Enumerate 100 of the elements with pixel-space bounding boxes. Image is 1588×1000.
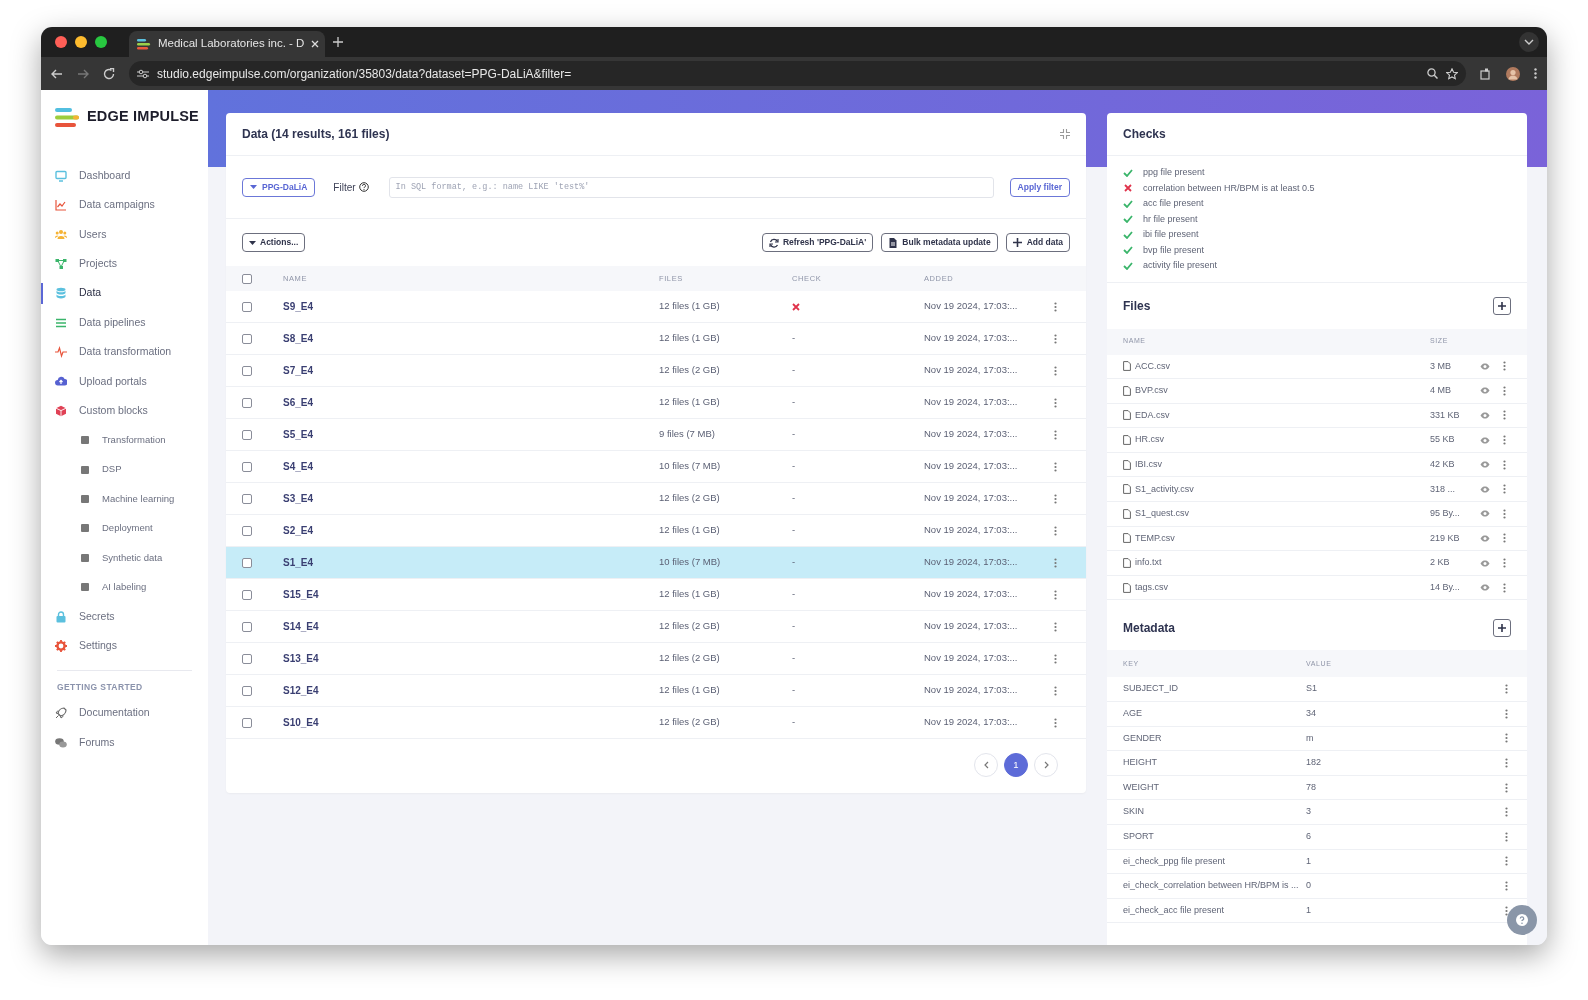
- file-name[interactable]: S1_activity.csv: [1135, 482, 1194, 496]
- help-button[interactable]: [1507, 905, 1537, 935]
- table-row[interactable]: S5_E4 9 files (7 MB) - Nov 19 2024, 17:03:...: [226, 419, 1086, 451]
- menu-icon[interactable]: [1534, 68, 1537, 79]
- sidebar-item[interactable]: Dashboard: [41, 161, 208, 191]
- avatar-icon[interactable]: [1506, 66, 1520, 81]
- file-name[interactable]: BVP.csv: [1135, 384, 1168, 398]
- site-settings-icon[interactable]: [137, 68, 149, 79]
- reload-icon[interactable]: [103, 67, 115, 80]
- sidebar-item[interactable]: Forums: [41, 728, 208, 758]
- file-name[interactable]: tags.csv: [1135, 580, 1168, 595]
- row-checkbox[interactable]: [242, 461, 252, 472]
- more-icon[interactable]: [1503, 459, 1506, 470]
- more-icon[interactable]: [1054, 557, 1057, 568]
- more-icon[interactable]: [1054, 653, 1057, 664]
- table-row[interactable]: S6_E4 12 files (1 GB) - Nov 19 2024, 17:03:...: [226, 387, 1086, 419]
- eye-icon[interactable]: [1480, 461, 1490, 469]
- sidebar-item[interactable]: Machine learning: [41, 484, 208, 514]
- row-checkbox[interactable]: [242, 397, 252, 408]
- eye-icon[interactable]: [1480, 510, 1490, 518]
- row-checkbox[interactable]: [242, 685, 252, 696]
- row-checkbox[interactable]: [242, 557, 252, 568]
- toolbar-button[interactable]: Add data: [1005, 233, 1070, 252]
- eye-icon[interactable]: [1480, 559, 1490, 567]
- more-icon[interactable]: [1054, 333, 1057, 344]
- sidebar-item[interactable]: Secrets: [41, 601, 208, 632]
- sidebar-item[interactable]: AI labeling: [41, 572, 208, 602]
- sidebar-item[interactable]: Data: [41, 278, 208, 308]
- sidebar-item[interactable]: Data transformation: [41, 337, 208, 367]
- more-icon[interactable]: [1505, 831, 1508, 842]
- more-icon[interactable]: [1054, 589, 1057, 600]
- window-control[interactable]: [55, 36, 67, 48]
- eye-icon[interactable]: [1480, 485, 1490, 493]
- more-icon[interactable]: [1054, 429, 1057, 440]
- sidebar-item[interactable]: Settings: [41, 631, 208, 661]
- row-checkbox[interactable]: [242, 589, 252, 600]
- file-name[interactable]: ACC.csv: [1135, 359, 1170, 374]
- more-icon[interactable]: [1503, 582, 1506, 593]
- more-icon[interactable]: [1503, 533, 1506, 544]
- table-row[interactable]: S9_E4 12 files (1 GB) Nov 19 2024, 17:03:...: [226, 291, 1086, 323]
- back-icon[interactable]: [51, 68, 63, 79]
- toolbar-button[interactable]: Refresh 'PPG-DaLiA': [761, 233, 874, 252]
- browser-tab[interactable]: Medical Laboratories inc. - D: [129, 31, 325, 57]
- more-icon[interactable]: [1503, 435, 1506, 446]
- sidebar-item[interactable]: Projects: [41, 249, 208, 279]
- add-metadata-button[interactable]: [1493, 619, 1511, 638]
- more-icon[interactable]: [1054, 493, 1057, 504]
- eye-icon[interactable]: [1480, 362, 1490, 370]
- toolbar-button[interactable]: Bulk metadata update: [881, 233, 998, 252]
- table-row[interactable]: S7_E4 12 files (2 GB) - Nov 19 2024, 17:03:...: [226, 355, 1086, 387]
- more-icon[interactable]: [1054, 685, 1057, 696]
- more-icon[interactable]: [1503, 558, 1506, 569]
- row-checkbox[interactable]: [242, 429, 252, 440]
- file-name[interactable]: IBI.csv: [1135, 457, 1162, 472]
- row-checkbox[interactable]: [242, 717, 252, 728]
- zoom-icon[interactable]: [1427, 68, 1438, 79]
- sidebar-item[interactable]: Users: [41, 219, 208, 250]
- eye-icon[interactable]: [1480, 436, 1490, 444]
- more-icon[interactable]: [1054, 365, 1057, 376]
- file-name[interactable]: S1_quest.csv: [1135, 507, 1190, 521]
- row-checkbox[interactable]: [242, 333, 252, 344]
- more-icon[interactable]: [1054, 461, 1057, 472]
- sidebar-item[interactable]: Data campaigns: [41, 190, 208, 220]
- file-name[interactable]: HR.csv: [1135, 433, 1164, 447]
- table-row[interactable]: S10_E4 12 files (2 GB) - Nov 19 2024, 17:03:...: [226, 707, 1086, 739]
- table-row[interactable]: S3_E4 12 files (2 GB) - Nov 19 2024, 17:03:...: [226, 483, 1086, 515]
- collapse-icon[interactable]: [1060, 129, 1070, 139]
- row-checkbox[interactable]: [242, 301, 252, 312]
- more-icon[interactable]: [1505, 684, 1508, 695]
- table-row[interactable]: S8_E4 12 files (1 GB) - Nov 19 2024, 17:03:...: [226, 323, 1086, 355]
- more-icon[interactable]: [1505, 708, 1508, 719]
- more-icon[interactable]: [1054, 397, 1057, 408]
- table-row[interactable]: S4_E4 10 files (7 MB) - Nov 19 2024, 17:03:...: [226, 451, 1086, 483]
- sidebar-item[interactable]: Upload portals: [41, 366, 208, 397]
- more-icon[interactable]: [1503, 410, 1506, 421]
- more-icon[interactable]: [1505, 782, 1508, 793]
- more-icon[interactable]: [1054, 301, 1057, 312]
- table-row[interactable]: S14_E4 12 files (2 GB) - Nov 19 2024, 17:03:...: [226, 611, 1086, 643]
- row-checkbox[interactable]: [242, 653, 252, 664]
- file-name[interactable]: EDA.csv: [1135, 408, 1170, 423]
- more-icon[interactable]: [1054, 525, 1057, 536]
- more-icon[interactable]: [1054, 717, 1057, 728]
- table-row[interactable]: S1_E4 10 files (7 MB) - Nov 19 2024, 17:03:...: [226, 547, 1086, 579]
- sidebar-item[interactable]: Documentation: [41, 698, 208, 729]
- sidebar-item[interactable]: Data pipelines: [41, 307, 208, 338]
- add-file-button[interactable]: [1493, 296, 1511, 315]
- more-icon[interactable]: [1505, 856, 1508, 867]
- dropdown-icon[interactable]: [1519, 32, 1539, 52]
- table-row[interactable]: S13_E4 12 files (2 GB) - Nov 19 2024, 17:03:...: [226, 643, 1086, 675]
- eye-icon[interactable]: [1480, 584, 1490, 592]
- sidebar-item[interactable]: Deployment: [41, 513, 208, 544]
- row-checkbox[interactable]: [242, 493, 252, 504]
- page-button[interactable]: 1: [1004, 753, 1028, 777]
- plus-icon[interactable]: [333, 37, 343, 47]
- forward-icon[interactable]: [77, 68, 89, 79]
- sidebar-item[interactable]: Transformation: [41, 425, 208, 455]
- more-icon[interactable]: [1505, 881, 1508, 891]
- window-control[interactable]: [95, 36, 107, 48]
- file-name[interactable]: TEMP.csv: [1135, 531, 1175, 546]
- more-icon[interactable]: [1503, 361, 1506, 372]
